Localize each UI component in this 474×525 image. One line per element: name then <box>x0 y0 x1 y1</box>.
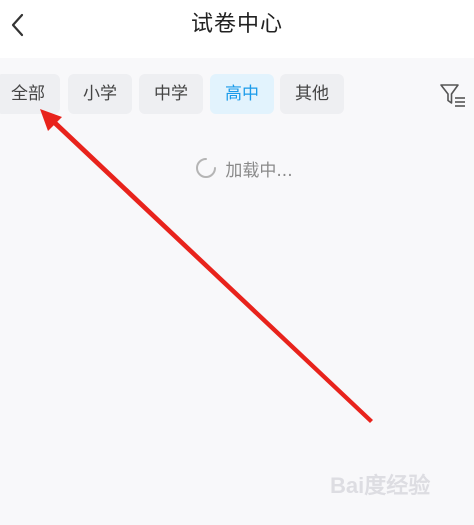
svg-text:Bai度经验: Bai度经验 <box>330 473 430 498</box>
app-header: 试卷中心 <box>0 0 474 58</box>
filter-icon[interactable] <box>438 80 468 110</box>
watermark: Bai度经验 <box>328 467 448 505</box>
page-title: 试卷中心 <box>190 12 283 37</box>
tab-primary-school[interactable]: 小学 <box>68 74 132 114</box>
tab-all[interactable]: 全部 <box>0 74 60 114</box>
loading-indicator: 加载中... <box>0 150 474 186</box>
category-filter-bar: 全部 小学 中学 高中 其他 <box>0 58 474 130</box>
tab-other[interactable]: 其他 <box>280 74 344 114</box>
watermark-logo-icon: Bai度经验 <box>330 473 430 498</box>
tab-high-school[interactable]: 高中 <box>210 74 274 114</box>
spinner-icon <box>196 158 217 178</box>
loading-text: 加载中... <box>225 160 293 181</box>
tab-middle-school[interactable]: 中学 <box>139 74 203 114</box>
